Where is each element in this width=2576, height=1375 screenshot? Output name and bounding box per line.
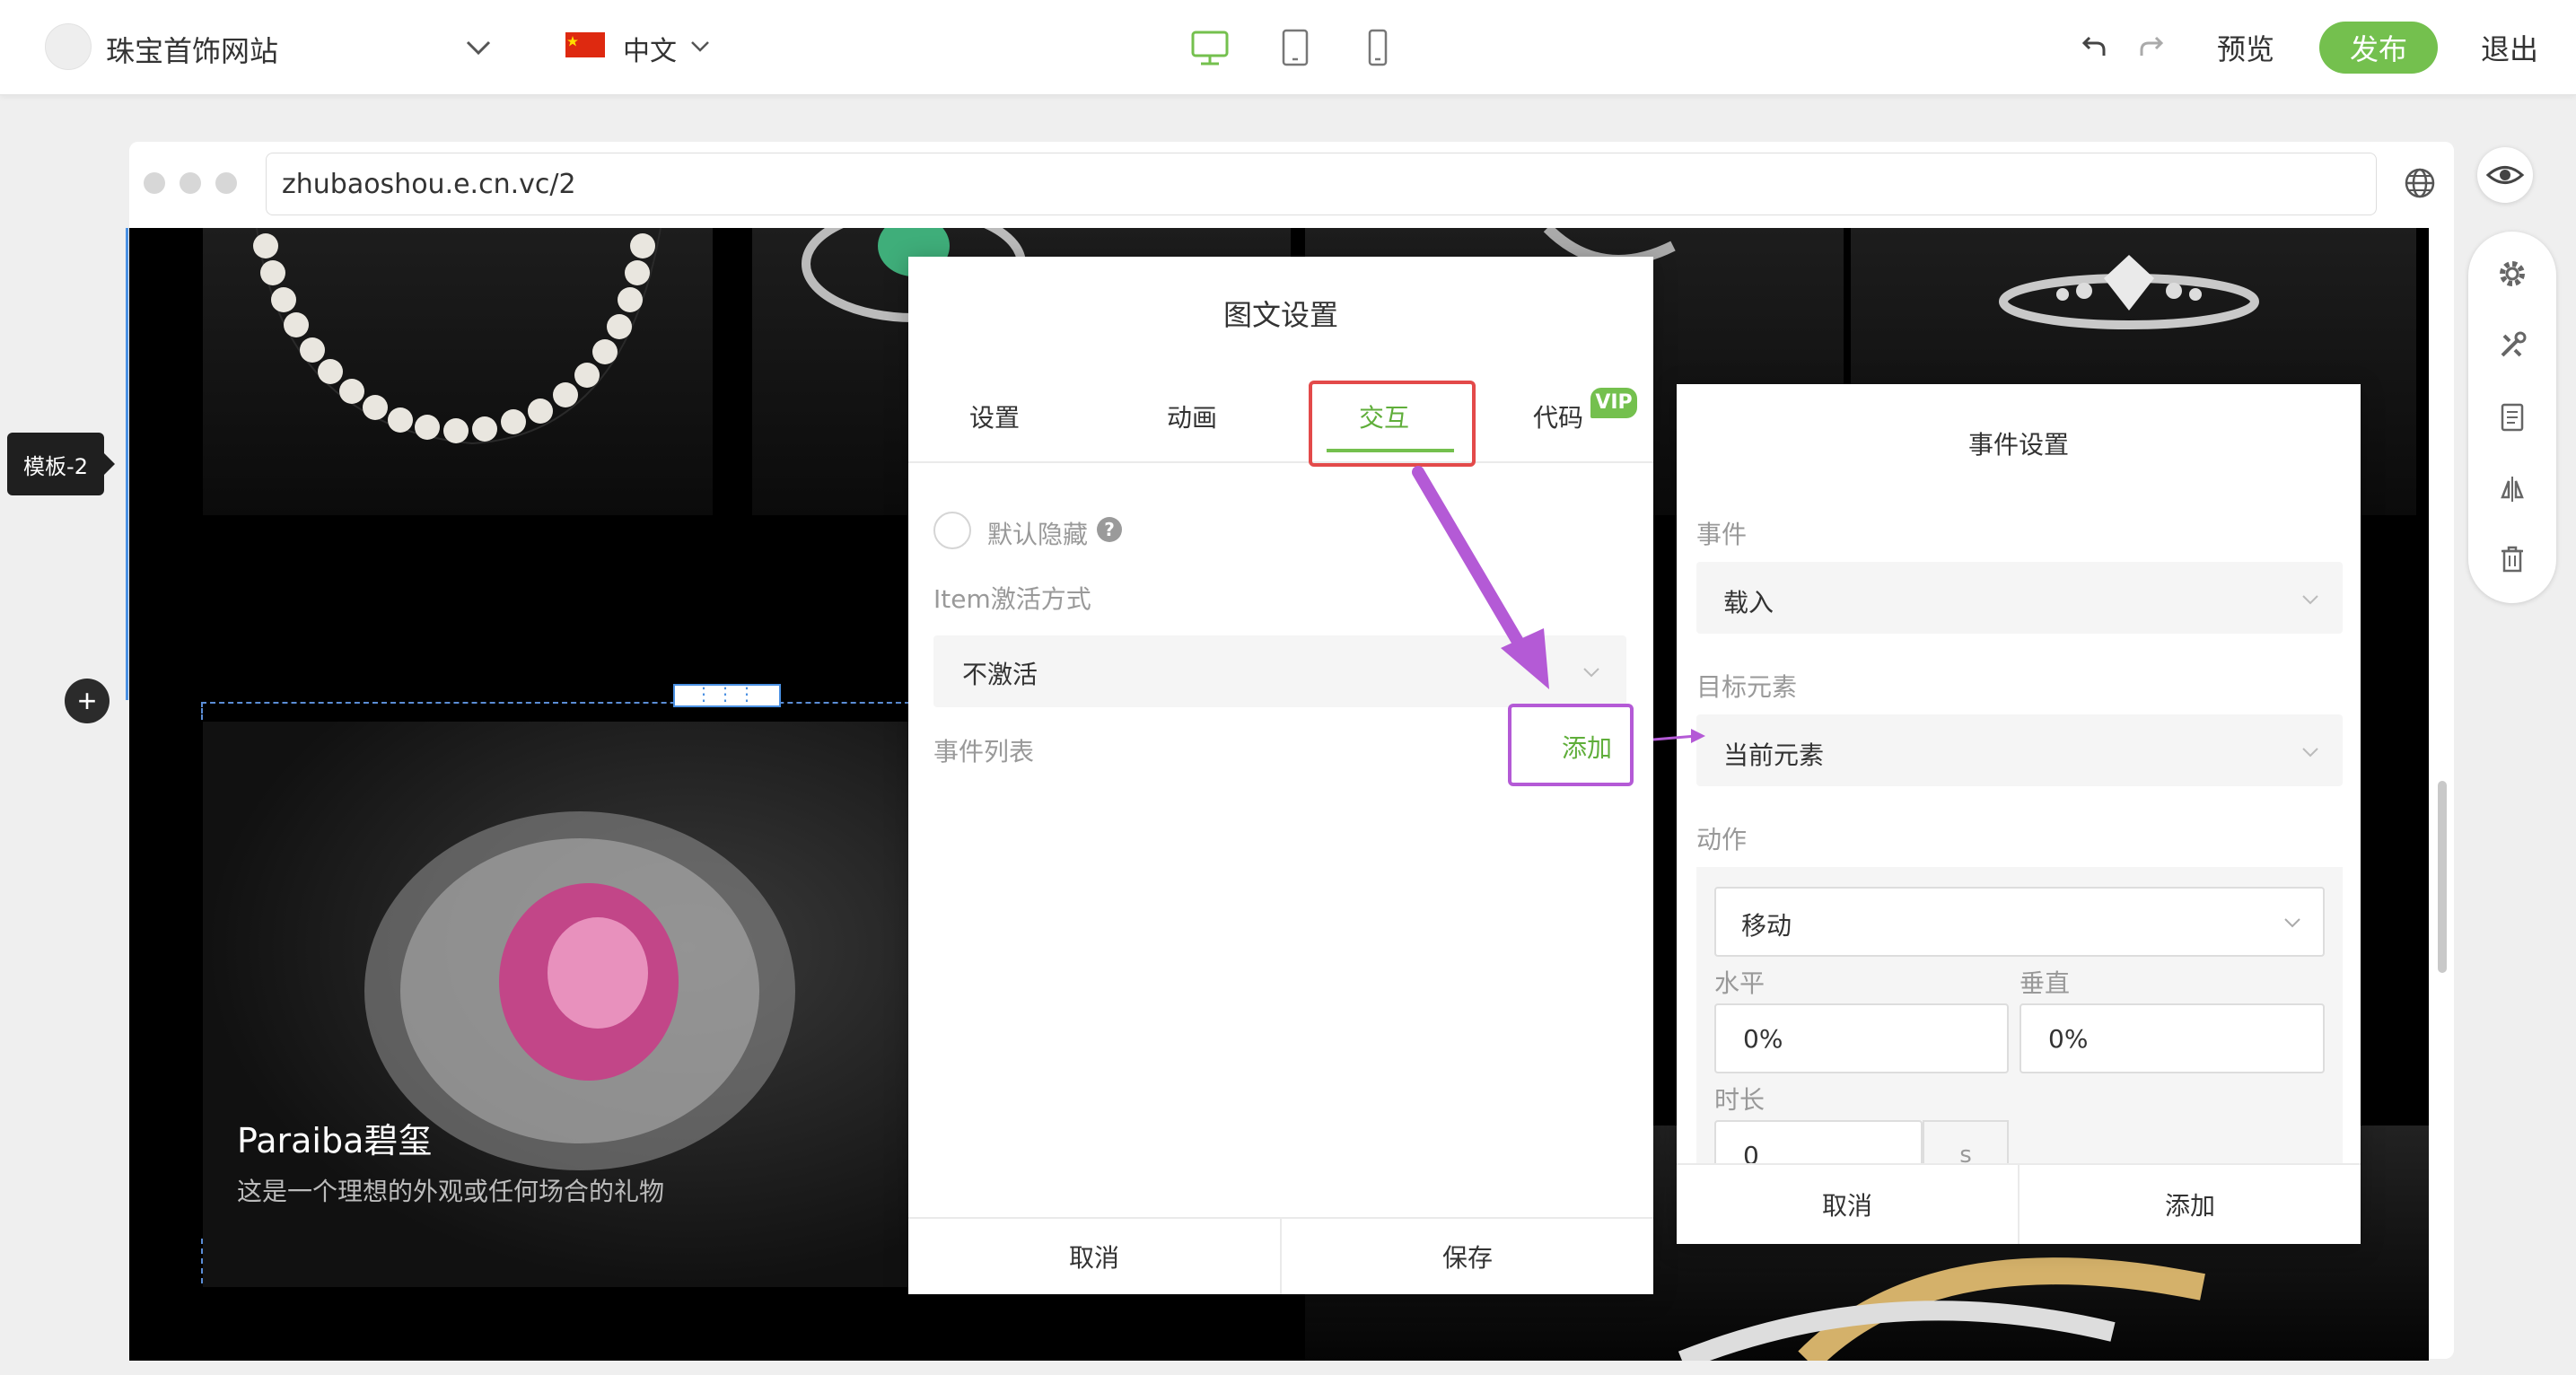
help-icon[interactable]: ?: [1097, 517, 1122, 542]
gear-icon[interactable]: [2495, 257, 2529, 291]
page-icon[interactable]: [2495, 400, 2529, 434]
tab-code[interactable]: 代码: [1533, 398, 1583, 434]
activation-mode-label: Item激活方式: [933, 584, 1091, 614]
vertical-input[interactable]: [2020, 1003, 2325, 1073]
chevron-down-icon: [1578, 659, 1605, 686]
target-element-value: 当前元素: [1723, 740, 1825, 770]
horizontal-input[interactable]: [1714, 1003, 2009, 1073]
trash-icon[interactable]: [2495, 542, 2529, 576]
china-flag-icon: [565, 32, 605, 57]
chevron-down-icon[interactable]: [463, 34, 494, 61]
event-select[interactable]: [1696, 562, 2343, 634]
horizontal-label: 水平: [1714, 968, 1766, 998]
chevron-down-icon: [2298, 587, 2323, 612]
activation-mode-value: 不激活: [962, 660, 1038, 689]
default-hidden-label: 默认隐藏: [987, 520, 1089, 549]
site-name[interactable]: 珠宝首饰网站: [106, 29, 278, 70]
event-panel-title: 事件设置: [1967, 430, 2069, 460]
chevron-down-icon: [2298, 740, 2323, 765]
section-selection-line: [126, 228, 128, 700]
event-label: 事件: [1696, 520, 1748, 549]
eye-icon[interactable]: [2477, 147, 2533, 203]
duration-label: 时长: [1714, 1085, 1766, 1115]
desktop-view-icon[interactable]: [1190, 27, 1230, 68]
pearl-necklace-image[interactable]: [203, 228, 713, 515]
default-hidden-radio[interactable]: [933, 512, 971, 549]
exit-button[interactable]: 退出: [2481, 27, 2538, 68]
add-button[interactable]: 添加: [2020, 1165, 2361, 1244]
url-bar[interactable]: [266, 153, 2377, 215]
redo-icon[interactable]: [2136, 32, 2165, 59]
save-button[interactable]: 保存: [1282, 1219, 1653, 1294]
preview-button[interactable]: 预览: [2217, 27, 2274, 68]
window-dot: [180, 172, 201, 194]
template-tag[interactable]: 模板-2: [7, 433, 115, 495]
flip-icon[interactable]: [2495, 472, 2529, 506]
tabs-divider: [908, 461, 1653, 463]
language-selector[interactable]: 中文: [623, 29, 677, 68]
site-avatar[interactable]: [45, 23, 92, 70]
annotation-highlight-box: [1508, 704, 1634, 786]
target-element-label: 目标元素: [1696, 672, 1798, 702]
section-boundary: [201, 1239, 203, 1283]
action-label: 动作: [1696, 825, 1748, 854]
mobile-view-icon[interactable]: [1364, 27, 1391, 68]
tablet-view-icon[interactable]: [1280, 27, 1310, 68]
ring-image-description[interactable]: 这是一个理想的外观或任何场合的礼物: [237, 1172, 664, 1208]
window-dot: [215, 172, 237, 194]
cancel-button[interactable]: 取消: [1677, 1165, 2018, 1244]
dialog-title: 图文设置: [1222, 298, 1338, 332]
chevron-down-icon: [2280, 910, 2305, 935]
action-select[interactable]: [1714, 887, 2325, 957]
chevron-down-icon[interactable]: [688, 34, 713, 59]
vip-badge: VIP: [1590, 388, 1637, 418]
drag-handle[interactable]: ⋮⋮⋮: [673, 684, 781, 707]
page-scrollbar[interactable]: [2438, 781, 2447, 973]
design-tools-icon[interactable]: [2495, 328, 2529, 363]
action-value: 移动: [1741, 911, 1792, 941]
window-dot: [144, 172, 165, 194]
event-list-label: 事件列表: [933, 737, 1035, 766]
url-text: zhubaoshou.e.cn.vc/2: [282, 169, 576, 200]
tab-animation[interactable]: 动画: [1167, 398, 1217, 434]
tab-settings[interactable]: 设置: [969, 398, 1020, 434]
event-value: 载入: [1723, 588, 1774, 617]
cancel-button[interactable]: 取消: [908, 1219, 1280, 1294]
section-boundary: [201, 702, 203, 720]
globe-icon[interactable]: [2402, 165, 2438, 201]
publish-button[interactable]: 发布: [2319, 22, 2438, 74]
ring-image-title[interactable]: Paraiba碧玺: [237, 1113, 432, 1162]
section-boundary: [201, 702, 910, 704]
vertical-label: 垂直: [2020, 968, 2071, 998]
annotation-highlight-box: [1309, 381, 1476, 467]
add-section-button[interactable]: +: [65, 679, 110, 723]
undo-icon[interactable]: [2081, 32, 2109, 59]
